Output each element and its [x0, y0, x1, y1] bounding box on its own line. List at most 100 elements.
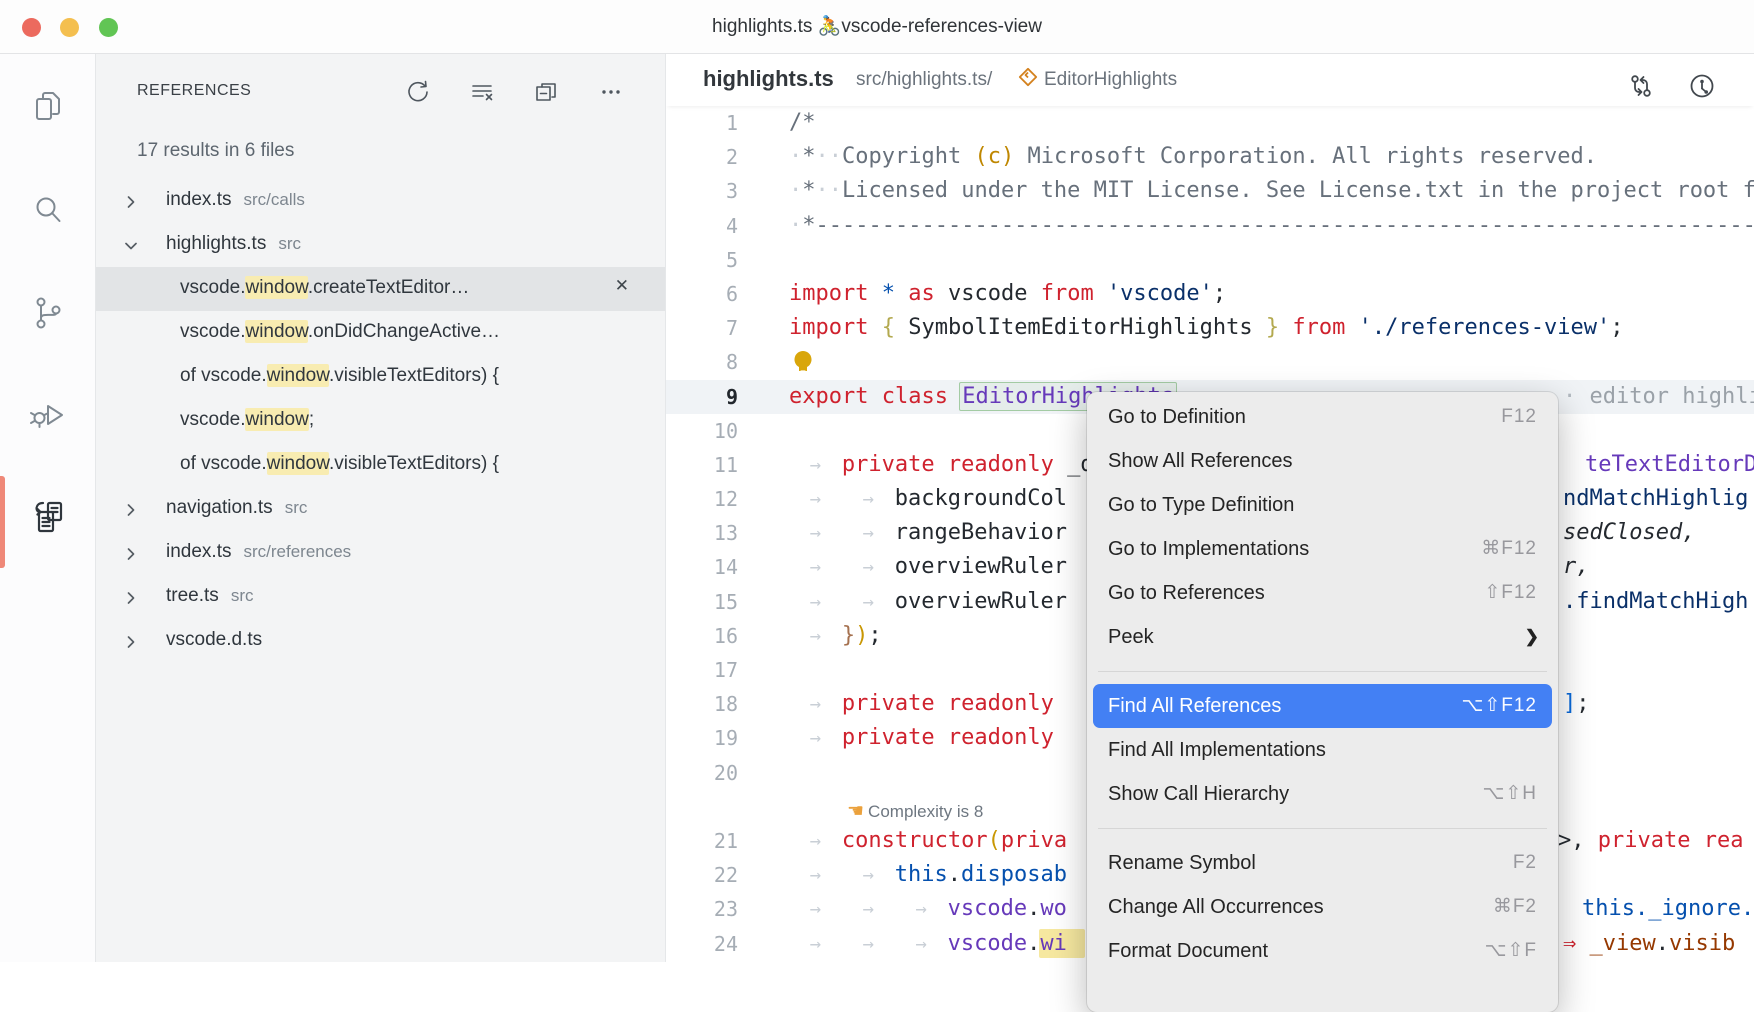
result-text: of vscode.window.visibleTextEditors) { [180, 365, 499, 387]
reference-result-row[interactable]: of vscode.window.visibleTextEditors) { [96, 355, 665, 399]
menu-item-go-to-definition[interactable]: Go to DefinitionF12 [1087, 395, 1558, 439]
class-icon [1018, 67, 1038, 92]
menu-shortcut: F12 [1501, 395, 1537, 439]
file-directory: src [231, 586, 254, 605]
file-directory: src/calls [243, 190, 304, 209]
dismiss-result-icon[interactable]: ✕ [615, 276, 629, 296]
line-number: 12 [666, 482, 738, 516]
code-line: 8 [666, 345, 1754, 379]
code-text: →→→vscode.wo [789, 892, 1067, 926]
active-view-indicator [0, 476, 5, 568]
breadcrumb: highlights.ts src/highlights.ts/ EditorH… [666, 54, 1754, 106]
code-text: →→overviewRuler [789, 585, 1067, 619]
search-icon[interactable] [28, 191, 68, 231]
tab-whitespace-icon: → [842, 927, 895, 961]
code-text: →→backgroundCol [789, 482, 1067, 516]
timeline-icon[interactable] [1688, 72, 1716, 100]
line-number: 16 [666, 619, 738, 653]
explorer-icon[interactable] [28, 89, 68, 129]
line-number: 5 [666, 243, 738, 277]
menu-item-go-to-type-definition[interactable]: Go to Type Definition [1087, 483, 1558, 527]
file-name: navigation.tssrc [166, 497, 307, 519]
menu-item-go-to-implementations[interactable]: Go to Implementations⌘F12 [1087, 527, 1558, 571]
menu-item-show-call-hierarchy[interactable]: Show Call Hierarchy⌥⇧H [1087, 772, 1558, 816]
tab-whitespace-icon: → [789, 824, 842, 858]
code-text-fragment: ]; [1563, 687, 1590, 721]
code-line: 6import * as vscode from 'vscode'; [666, 277, 1754, 311]
clear-results-icon[interactable] [468, 78, 496, 106]
code-line: 4·*-------------------------------------… [666, 209, 1754, 243]
code-text-fragment: sedClosed, [1563, 516, 1695, 550]
menu-shortcut: ⌘F2 [1493, 885, 1537, 929]
reference-result-row[interactable]: vscode.window.onDidChangeActive… [96, 311, 665, 355]
code-text: import { SymbolItemEditorHighlights } fr… [789, 311, 1624, 345]
menu-item-find-all-implementations[interactable]: Find All Implementations [1087, 728, 1558, 772]
menu-item-show-all-references[interactable]: Show All References [1087, 439, 1558, 483]
chevron-down-icon[interactable] [123, 238, 139, 259]
line-number: 3 [666, 174, 738, 208]
breadcrumb-symbol[interactable]: EditorHighlights [1044, 69, 1177, 91]
line-number: 22 [666, 858, 738, 892]
code-text-fragment: teTextEditorDe [1585, 448, 1754, 482]
tab-whitespace-icon: → [842, 482, 895, 516]
menu-item-go-to-references[interactable]: Go to References⇧F12 [1087, 571, 1558, 615]
code-text: ·*--------------------------------------… [789, 209, 1754, 243]
submenu-chevron-icon: ❯ [1525, 615, 1539, 659]
chevron-right-icon[interactable] [123, 502, 139, 523]
reference-file-row[interactable]: tree.tssrc [96, 575, 665, 619]
references-panel-header: REFERENCES [96, 54, 665, 114]
chevron-right-icon[interactable] [123, 590, 139, 611]
more-actions-icon[interactable] [597, 78, 625, 106]
code-text: →→this.disposab [789, 858, 1067, 892]
results-summary: 17 results in 6 files [137, 140, 294, 162]
line-number: 23 [666, 892, 738, 926]
menu-item-peek[interactable]: Peek❯ [1087, 615, 1558, 659]
result-text: vscode.window.createTextEditor… [180, 277, 469, 299]
menu-item-rename-symbol[interactable]: Rename SymbolF2 [1087, 841, 1558, 885]
line-number: 10 [666, 414, 738, 448]
activity-bar [0, 54, 96, 962]
code-text: ·*··Licensed under the MIT License. See … [789, 174, 1754, 208]
reference-file-row[interactable]: index.tssrc/calls [96, 179, 665, 223]
collapse-all-icon[interactable] [532, 78, 560, 106]
file-directory: src/references [243, 542, 351, 561]
tab-whitespace-icon: → [789, 550, 842, 584]
tab-whitespace-icon: → [842, 516, 895, 550]
menu-item-find-all-references[interactable]: Find All References⌥⇧F12 [1093, 684, 1552, 728]
references-panel: REFERENCES 17 results in 6 files index.t… [96, 54, 666, 962]
run-debug-icon[interactable] [28, 395, 68, 435]
reference-file-row[interactable]: index.tssrc/references [96, 531, 665, 575]
references-icon[interactable] [28, 498, 68, 538]
reference-result-row[interactable]: vscode.window.createTextEditor… ✕ [96, 267, 665, 311]
breadcrumb-file[interactable]: highlights.ts [703, 66, 834, 92]
code-text: →private readonly [789, 687, 1054, 721]
file-name: tree.tssrc [166, 585, 253, 607]
editor-context-menu: Go to DefinitionF12Show All ReferencesGo… [1087, 392, 1558, 1012]
chevron-right-icon[interactable] [123, 634, 139, 655]
reference-result-row[interactable]: vscode.window; [96, 399, 665, 443]
chevron-right-icon[interactable] [123, 546, 139, 567]
menu-shortcut: ⌥⇧F [1485, 929, 1537, 973]
line-number: 2 [666, 140, 738, 174]
reference-result-row[interactable]: of vscode.window.visibleTextEditors) { [96, 443, 665, 487]
breadcrumb-path[interactable]: src/highlights.ts/ [856, 69, 992, 91]
reference-file-row[interactable]: navigation.tssrc [96, 487, 665, 531]
reference-file-row[interactable]: vscode.d.ts [96, 619, 665, 663]
reference-file-row[interactable]: highlights.tssrc [96, 223, 665, 267]
code-text: →constructor(priva [789, 824, 1067, 858]
compare-changes-icon[interactable] [1627, 72, 1655, 100]
references-tree: index.tssrc/callshighlights.tssrcvscode.… [96, 179, 665, 663]
chevron-right-icon[interactable] [123, 194, 139, 215]
refresh-icon[interactable] [404, 78, 432, 106]
code-text: →private readonly _de [789, 448, 1107, 482]
line-number: 11 [666, 448, 738, 482]
line-number: 15 [666, 585, 738, 619]
code-text: →→rangeBehavior [789, 516, 1067, 550]
tab-whitespace-icon: → [789, 687, 842, 721]
source-control-icon[interactable] [28, 293, 68, 333]
tab-whitespace-icon: → [842, 585, 895, 619]
menu-item-format-document[interactable]: Format Document⌥⇧F [1087, 929, 1558, 973]
title-bar: highlights.ts 🚴vscode-references-view [0, 0, 1754, 54]
menu-item-change-all-occurrences[interactable]: Change All Occurrences⌘F2 [1087, 885, 1558, 929]
code-line: 1/* [666, 106, 1754, 140]
